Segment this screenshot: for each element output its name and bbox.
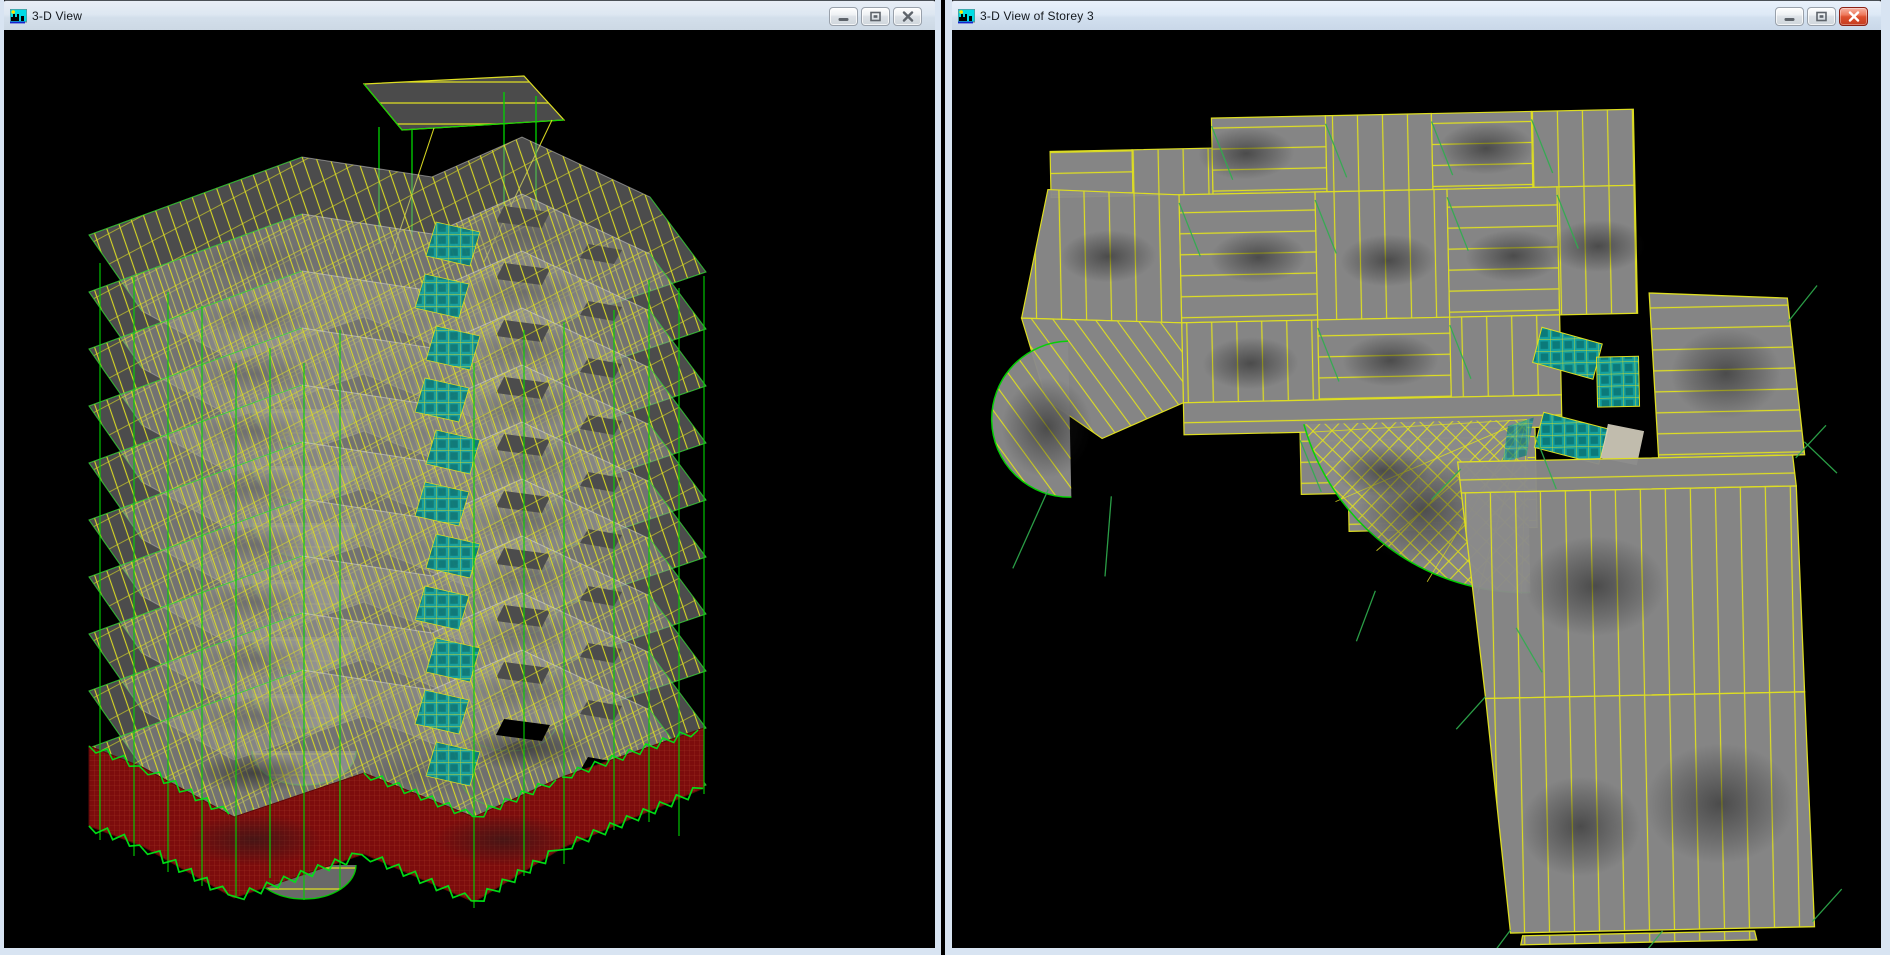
viewport-3d-view[interactable]	[4, 30, 935, 948]
window-title: 3-D View of Storey 3	[980, 9, 1094, 23]
storey-plan-3d-canvas	[952, 30, 1881, 948]
bottom-right-slab	[1458, 455, 1815, 946]
window-controls	[829, 7, 935, 26]
structural-model-3d-canvas	[4, 30, 935, 948]
minimize-button[interactable]	[829, 7, 858, 26]
right-middle-slab	[1649, 290, 1804, 458]
restore-button[interactable]	[1807, 7, 1836, 26]
mdi-workspace: 3-D View	[0, 0, 1890, 955]
building-3d-view-icon	[10, 9, 27, 24]
storey-slab-model	[985, 105, 1847, 948]
titlebar-3d-view-storey3[interactable]: 3-D View of Storey 3	[952, 0, 1881, 31]
window-controls	[1775, 7, 1881, 26]
close-button[interactable]	[893, 7, 922, 26]
building-3d-model	[89, 76, 706, 908]
building-3d-view-icon	[958, 9, 975, 24]
window-title: 3-D View	[32, 9, 82, 23]
minimize-button[interactable]	[1775, 7, 1804, 26]
titlebar-3d-view[interactable]: 3-D View	[4, 0, 935, 31]
window-3d-view-storey3: 3-D View of Storey 3	[945, 0, 1890, 955]
window-3d-view: 3-D View	[0, 0, 941, 955]
close-button[interactable]	[1839, 7, 1868, 26]
restore-button[interactable]	[861, 7, 890, 26]
viewport-3d-view-storey3[interactable]	[952, 30, 1881, 948]
